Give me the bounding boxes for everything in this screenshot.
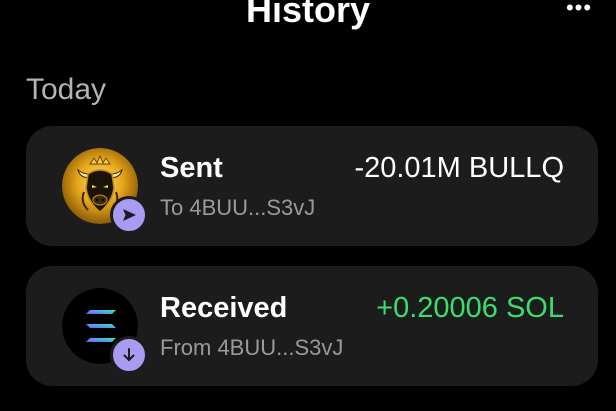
download-arrow-icon — [123, 348, 135, 361]
more-options-icon: ••• — [565, 0, 593, 20]
section-heading-today: Today — [26, 73, 107, 106]
receive-badge — [110, 336, 148, 374]
transaction-counterparty: From 4BUU...S3vJ — [160, 335, 344, 360]
history-screen: History ••• Today Sent To 4BUU...S3vJ -2… — [0, 0, 616, 411]
transaction-type-label: Received — [160, 292, 288, 324]
send-badge — [110, 196, 148, 234]
transaction-amount: +0.20006 SOL — [376, 292, 564, 324]
send-arrow-icon — [123, 209, 136, 221]
transaction-row-received[interactable]: Received From 4BUU...S3vJ +0.20006 SOL — [26, 266, 598, 386]
transaction-row-sent[interactable]: Sent To 4BUU...S3vJ -20.01M BULLQ — [26, 126, 598, 246]
page-title: History — [245, 0, 371, 30]
transaction-counterparty: To 4BUU...S3vJ — [160, 195, 316, 220]
more-options-button[interactable]: ••• — [562, 0, 596, 22]
transaction-type-label: Sent — [160, 152, 223, 184]
transaction-amount: -20.01M BULLQ — [354, 152, 564, 184]
